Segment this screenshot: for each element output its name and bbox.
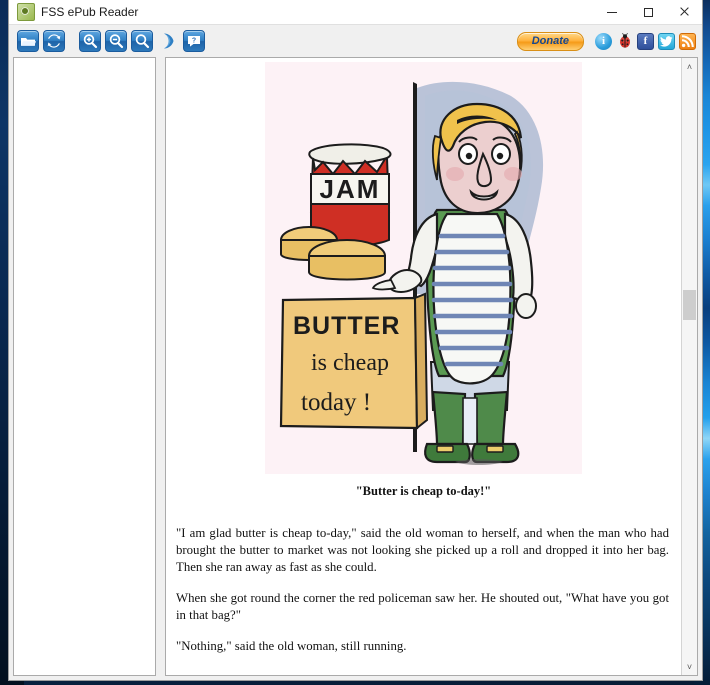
donate-button[interactable]: Donate bbox=[516, 31, 584, 51]
book-paragraph: When she got round the corner the red po… bbox=[176, 591, 669, 623]
window-title: FSS ePub Reader bbox=[41, 5, 139, 19]
svg-text:is cheap: is cheap bbox=[311, 350, 389, 376]
scrollbar-track[interactable] bbox=[682, 75, 697, 658]
book-paragraph-clipped bbox=[166, 669, 681, 675]
facebook-button[interactable]: f bbox=[637, 32, 654, 50]
book-paragraph: "I am glad butter is cheap to-day," said… bbox=[176, 526, 669, 575]
rotate-button[interactable] bbox=[157, 30, 179, 52]
reader-scrollbar[interactable]: ˄ ˅ bbox=[681, 58, 697, 675]
book-paragraph: "Nothing," said the old woman, still run… bbox=[176, 639, 407, 654]
table-of-contents-panel[interactable] bbox=[13, 57, 156, 676]
zoom-in-button[interactable] bbox=[79, 30, 101, 52]
close-icon bbox=[679, 7, 689, 17]
panel-splitter[interactable] bbox=[156, 57, 165, 676]
refresh-arrows-icon bbox=[47, 34, 61, 48]
body-split: JAM BUTTER is cheap today ! "Butter is c… bbox=[9, 57, 702, 680]
scroll-down-button[interactable]: ˅ bbox=[682, 658, 697, 675]
svg-text:today !: today ! bbox=[301, 389, 371, 416]
folder-open-icon bbox=[21, 38, 37, 46]
scroll-up-button[interactable]: ˄ bbox=[682, 58, 697, 75]
scrollbar-thumb[interactable] bbox=[683, 290, 696, 320]
application-window: FSS ePub Reader ? Donate i f JAM BUTTER … bbox=[8, 0, 703, 681]
toolbar: ? Donate i f bbox=[9, 25, 702, 57]
twitter-bird-icon bbox=[660, 35, 673, 47]
maximize-button[interactable] bbox=[630, 0, 666, 24]
app-leaf-icon bbox=[17, 3, 35, 21]
magnifier-plus-icon bbox=[83, 34, 98, 49]
minimize-icon bbox=[607, 11, 617, 13]
info-circle-icon: i bbox=[601, 35, 606, 47]
report-bug-button[interactable] bbox=[616, 33, 633, 50]
book-paragraph-partial bbox=[166, 669, 681, 675]
title-bar: FSS ePub Reader bbox=[9, 0, 702, 25]
comment-button[interactable]: ? bbox=[183, 30, 205, 52]
ladybug-icon bbox=[619, 33, 630, 48]
reader-content[interactable]: JAM BUTTER is cheap today ! "Butter is c… bbox=[166, 58, 681, 675]
zoom-out-button[interactable] bbox=[105, 30, 127, 52]
twitter-button[interactable] bbox=[658, 32, 675, 50]
book-illustration: JAM BUTTER is cheap today ! bbox=[265, 62, 582, 474]
reload-button[interactable] bbox=[43, 30, 65, 52]
svg-text:?: ? bbox=[192, 37, 196, 44]
info-button[interactable]: i bbox=[595, 32, 612, 50]
butter-seller-illustration: JAM BUTTER is cheap today ! bbox=[265, 62, 582, 474]
figure-caption: "Butter is cheap to-day!" bbox=[355, 484, 492, 498]
svg-text:BUTTER: BUTTER bbox=[293, 312, 400, 340]
maximize-icon bbox=[643, 7, 653, 17]
zoom-reset-button[interactable] bbox=[131, 30, 153, 52]
crescent-arc-icon bbox=[164, 33, 174, 49]
speech-bubble-icon: ? bbox=[188, 36, 200, 47]
close-button[interactable] bbox=[666, 0, 702, 24]
magnifier-icon bbox=[135, 34, 150, 49]
magnifier-minus-icon bbox=[109, 34, 124, 49]
reader-panel: JAM BUTTER is cheap today ! "Butter is c… bbox=[165, 57, 698, 676]
book-paragraphs: "I am glad butter is cheap to-day," said… bbox=[166, 525, 681, 655]
desktop-background: FSS ePub Reader ? Donate i f JAM BUTTER … bbox=[0, 0, 710, 685]
toolbar-right-group: Donate i f bbox=[516, 25, 696, 57]
rss-button[interactable] bbox=[679, 32, 696, 50]
minimize-button[interactable] bbox=[594, 0, 630, 24]
book-figure: JAM BUTTER is cheap today ! bbox=[166, 58, 681, 474]
open-file-button[interactable] bbox=[17, 30, 39, 52]
window-controls bbox=[594, 0, 702, 24]
svg-text:JAM: JAM bbox=[320, 174, 381, 204]
rss-feed-icon bbox=[681, 34, 694, 47]
facebook-icon: f bbox=[643, 35, 648, 47]
